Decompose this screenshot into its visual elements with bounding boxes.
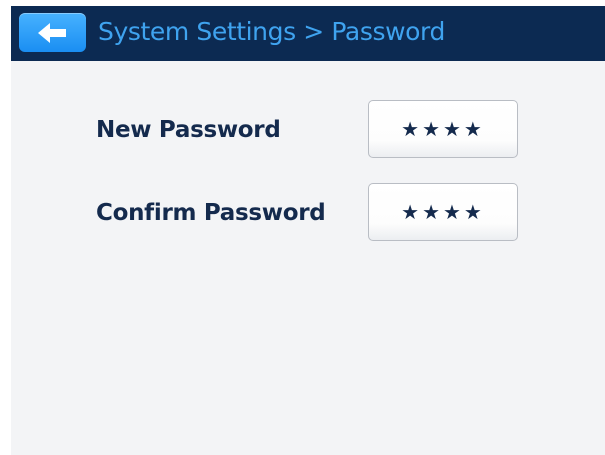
password-settings-screen: System Settings > Password New Password … <box>11 6 605 455</box>
new-password-field[interactable]: ★★★★ <box>368 100 518 158</box>
page-title: System Settings > Password <box>98 17 445 46</box>
confirm-password-label: Confirm Password <box>96 200 326 226</box>
confirm-password-field[interactable]: ★★★★ <box>368 183 518 241</box>
back-button[interactable] <box>19 13 86 52</box>
arrow-left-icon <box>38 23 66 43</box>
new-password-label: New Password <box>96 117 281 143</box>
header-bar: System Settings > Password <box>11 6 605 61</box>
